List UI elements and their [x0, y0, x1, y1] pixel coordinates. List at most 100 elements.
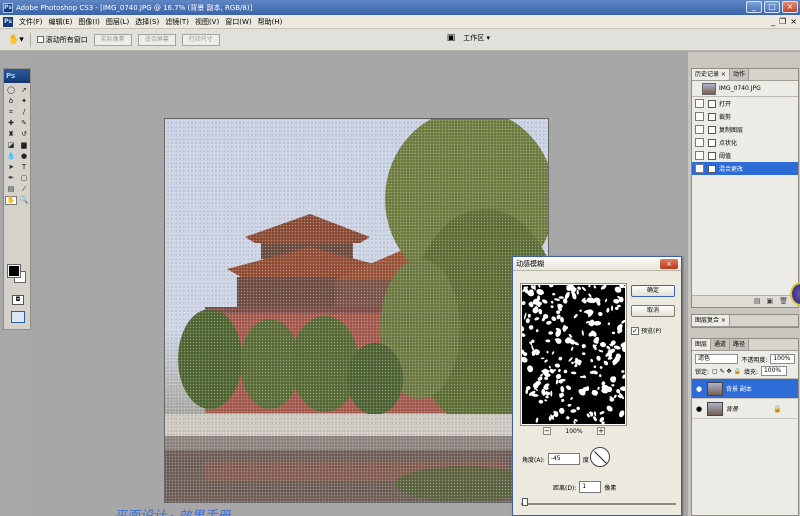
- magic-wand-icon[interactable]: ✦: [18, 97, 30, 106]
- eyedropper-icon[interactable]: ⁄: [18, 185, 30, 194]
- menu-edit[interactable]: 编辑(E): [46, 17, 76, 27]
- history-step[interactable]: 裁剪: [692, 110, 798, 123]
- lock-icons[interactable]: ▢ ✎ ✥ 🔒: [712, 368, 741, 375]
- layer-row-selected[interactable]: ● 背景 副本: [692, 379, 798, 399]
- opacity-input[interactable]: 100%: [770, 354, 795, 364]
- preview-blob: [538, 399, 544, 404]
- angle-input[interactable]: -45: [547, 453, 580, 465]
- menu-window[interactable]: 窗口(W): [222, 17, 254, 27]
- pen-tool-icon[interactable]: ✒: [5, 174, 17, 183]
- preview-blob: [581, 352, 586, 356]
- dialog-close-button[interactable]: ×: [660, 259, 678, 269]
- palette-dock-icon[interactable]: ▣: [447, 33, 456, 43]
- document-image[interactable]: [164, 118, 549, 503]
- history-step[interactable]: 打开: [692, 97, 798, 110]
- preview-blob: [559, 407, 565, 414]
- preview-blob: [597, 386, 600, 390]
- source-checkbox[interactable]: [695, 112, 704, 121]
- menu-filter[interactable]: 滤镜(T): [162, 17, 192, 27]
- doc-restore-icon[interactable]: ❐: [779, 17, 786, 26]
- tab-actions[interactable]: 动作: [729, 69, 749, 80]
- history-brush-icon[interactable]: ↺: [18, 130, 30, 139]
- fill-input[interactable]: 100%: [760, 366, 787, 376]
- healing-brush-icon[interactable]: ✚: [5, 119, 17, 128]
- new-document-icon[interactable]: ▤: [754, 297, 767, 305]
- slice-tool-icon[interactable]: ∕: [18, 108, 30, 117]
- source-checkbox[interactable]: [695, 164, 704, 173]
- menu-select[interactable]: 选择(S): [132, 17, 162, 27]
- blend-mode-select[interactable]: 滤色: [695, 354, 739, 364]
- source-checkbox[interactable]: [695, 151, 704, 160]
- new-snapshot-icon[interactable]: ▣: [766, 297, 779, 305]
- zoom-out-button[interactable]: −: [543, 427, 551, 435]
- tool-grid: ◯ ➚ ꝺ ✦ ⌗ ∕ ✚ ✎ ♜ ↺ ◪ ▆ 💧 ● ➤ T ✒ ▢ ▤ ⁄ …: [4, 83, 30, 205]
- tab-layers[interactable]: 图层: [692, 339, 712, 350]
- visibility-eye-icon[interactable]: ●: [694, 405, 704, 413]
- history-step[interactable]: 复制图层: [692, 123, 798, 136]
- actual-pixels-button[interactable]: 实际像素: [93, 33, 132, 46]
- crop-tool-icon[interactable]: ⌗: [5, 108, 17, 117]
- quick-mask-icon[interactable]: ◘: [12, 295, 24, 305]
- eraser-tool-icon[interactable]: ◪: [5, 141, 17, 150]
- menu-image[interactable]: 图像(I): [75, 17, 103, 27]
- angle-dial[interactable]: [590, 447, 610, 467]
- filter-preview[interactable]: [520, 283, 627, 426]
- shape-tool-icon[interactable]: ▢: [18, 174, 30, 183]
- preview-checkbox[interactable]: ✓ 预览(P): [631, 326, 661, 335]
- tab-layer-comps[interactable]: 图层复合 ×: [692, 315, 730, 326]
- distance-slider-thumb[interactable]: [522, 498, 528, 506]
- preview-blob: [522, 301, 526, 306]
- path-select-icon[interactable]: ➤: [5, 163, 17, 172]
- tab-history[interactable]: 历史记录 ×: [692, 69, 730, 80]
- brush-tool-icon[interactable]: ✎: [18, 119, 30, 128]
- layer-row[interactable]: ● 背景 🔒: [692, 399, 798, 419]
- scroll-all-windows-checkbox[interactable]: 滚动所有窗口: [36, 35, 88, 45]
- doc-minimize-icon[interactable]: _: [771, 17, 775, 26]
- history-panel-footer: ▤▣🗑: [692, 295, 798, 307]
- snapshot-thumbnail: [702, 82, 716, 95]
- preview-blob: [570, 371, 577, 375]
- foreground-color-swatch[interactable]: [7, 264, 21, 278]
- title-bar: Ps Adobe Photoshop CS3 - [IMG_0740.JPG @…: [0, 0, 800, 15]
- minimize-button[interactable]: _: [746, 1, 762, 13]
- menu-layer[interactable]: 图层(L): [103, 17, 132, 27]
- notes-tool-icon[interactable]: ▤: [5, 185, 17, 194]
- menu-view[interactable]: 视图(V): [192, 17, 222, 27]
- maximize-button[interactable]: □: [764, 1, 780, 13]
- visibility-eye-icon[interactable]: ●: [694, 385, 704, 393]
- source-checkbox[interactable]: [695, 138, 704, 147]
- cancel-button[interactable]: 取消: [631, 305, 675, 317]
- hand-tool-button[interactable]: ✋: [5, 196, 17, 205]
- tab-paths[interactable]: 路径: [730, 339, 750, 350]
- marquee-tool-icon[interactable]: ◯: [5, 86, 17, 95]
- menu-help[interactable]: 帮助(H): [255, 17, 286, 27]
- history-step[interactable]: 点状化: [692, 136, 798, 149]
- zoom-tool-icon[interactable]: 🔍: [18, 196, 30, 205]
- tab-channels[interactable]: 通道: [711, 339, 731, 350]
- distance-input[interactable]: 1: [579, 481, 602, 493]
- gradient-tool-icon[interactable]: ▆: [18, 141, 30, 150]
- move-tool-icon[interactable]: ➚: [18, 86, 30, 95]
- preview-pattern: [522, 285, 625, 424]
- doc-close-icon[interactable]: ×: [790, 17, 797, 26]
- history-step-selected[interactable]: 混合更改: [692, 162, 798, 175]
- clone-stamp-icon[interactable]: ♜: [5, 130, 17, 139]
- close-button[interactable]: ×: [782, 1, 798, 13]
- type-tool-icon[interactable]: T: [18, 163, 30, 172]
- workspace-menu[interactable]: 工作区 ▾: [463, 33, 490, 43]
- source-checkbox[interactable]: [695, 125, 704, 134]
- lasso-tool-icon[interactable]: ꝺ: [5, 97, 17, 106]
- distance-slider-track[interactable]: [521, 503, 676, 505]
- print-size-button[interactable]: 打印尺寸: [181, 33, 220, 46]
- source-checkbox[interactable]: [695, 99, 704, 108]
- ok-button[interactable]: 确定: [631, 285, 675, 297]
- dodge-tool-icon[interactable]: ●: [18, 152, 30, 161]
- history-snapshot[interactable]: IMG_0740.JPG: [692, 81, 798, 97]
- screen-mode-icon[interactable]: [11, 311, 25, 323]
- blur-tool-icon[interactable]: 💧: [5, 152, 17, 161]
- fit-screen-button[interactable]: 适合屏幕: [137, 33, 176, 46]
- history-step[interactable]: 阈值: [692, 149, 798, 162]
- zoom-in-button[interactable]: +: [597, 427, 605, 435]
- menu-file[interactable]: 文件(F): [16, 17, 46, 27]
- hand-tool-icon[interactable]: ✋▾: [8, 35, 24, 45]
